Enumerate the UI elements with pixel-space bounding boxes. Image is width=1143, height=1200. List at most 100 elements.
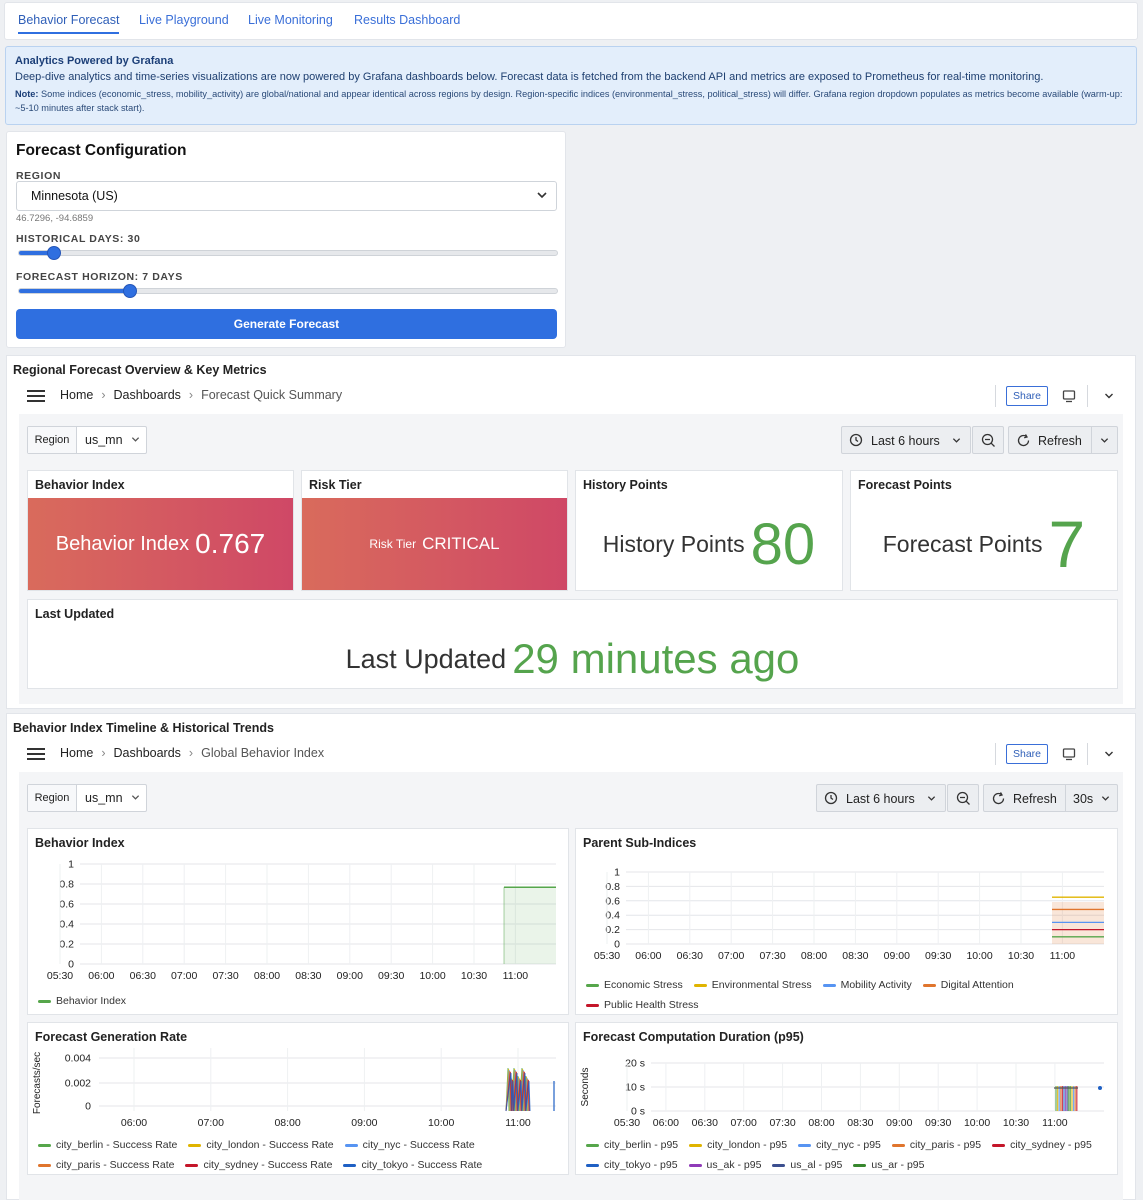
legend-label: Mobility Activity	[840, 979, 912, 991]
x-tick-label: 11:00	[503, 970, 529, 982]
clock-icon	[849, 433, 863, 447]
legend-item[interactable]: us_al - p95	[772, 1155, 842, 1175]
region-variable-select[interactable]: Region us_mn	[27, 426, 147, 454]
tab-live-monitoring[interactable]: Live Monitoring	[248, 13, 333, 27]
legend-item[interactable]: us_ar - p95	[853, 1155, 925, 1175]
historical-days-slider[interactable]	[18, 246, 558, 260]
legend-item[interactable]: city_paris - p95	[891, 1135, 981, 1155]
x-tick-label: 09:00	[886, 1117, 912, 1129]
legend-item[interactable]: city_sydney - p95	[992, 1135, 1092, 1155]
region-variable-label: Region	[28, 785, 77, 811]
menu-icon[interactable]	[27, 390, 45, 402]
breadcrumb-home[interactable]: Home	[60, 746, 93, 760]
forecast-generation-rate-panel: Forecast Generation Rate 0 0.002 0.004 06:0…	[27, 1022, 569, 1175]
zoom-out-button[interactable]	[947, 784, 979, 812]
refresh-button-group[interactable]: Refresh 30s	[983, 784, 1118, 812]
last-updated-stat: Last Updated 29 minutes ago	[28, 630, 1117, 688]
legend-item[interactable]: Environmental Stress	[693, 975, 812, 995]
y-tick-label: 0.4	[605, 910, 620, 922]
legend-item[interactable]: city_berlin - p95	[586, 1135, 678, 1155]
x-tick-label: 06:30	[130, 970, 156, 982]
legend-item[interactable]: Public Health Stress	[586, 995, 699, 1015]
y-tick-label: 10 s	[625, 1082, 645, 1094]
share-button[interactable]: Share	[1006, 386, 1048, 406]
legend-item[interactable]: city_sydney - Success Rate	[185, 1155, 332, 1175]
legend-item[interactable]: city_london - Success Rate	[188, 1135, 334, 1155]
legend-item[interactable]: us_ak - p95	[688, 1155, 762, 1175]
x-tick-label: 07:30	[212, 970, 238, 982]
share-button[interactable]: Share	[1006, 744, 1048, 764]
legend-item[interactable]: Behavior Index	[38, 995, 126, 1007]
legend-item[interactable]: city_nyc - Success Rate	[344, 1135, 475, 1155]
historical-days-slider-handle[interactable]	[46, 246, 61, 260]
last-updated-stat-value: 29 minutes ago	[512, 635, 800, 682]
zoom-out-button[interactable]	[972, 426, 1004, 454]
refresh-icon	[992, 792, 1005, 805]
legend-label: us_al - p95	[790, 1159, 843, 1171]
tab-live-playground[interactable]: Live Playground	[139, 13, 229, 27]
breadcrumb-dashboards[interactable]: Dashboards	[114, 388, 181, 402]
legend-item[interactable]: Digital Attention	[922, 975, 1014, 995]
y-tick-label: 0	[614, 939, 620, 951]
risk-tier-stat-label: Risk Tier	[369, 537, 417, 551]
x-tick-label: 06:00	[88, 970, 114, 982]
legend-swatch	[891, 1143, 905, 1147]
forecast-horizon-slider-handle[interactable]	[123, 284, 138, 298]
chevron-down-icon	[131, 437, 140, 442]
legend-item[interactable]: city_london - p95	[689, 1135, 787, 1155]
tab-behavior-forecast[interactable]: Behavior Forecast	[18, 13, 120, 34]
legend-label: city_tokyo - p95	[604, 1159, 678, 1171]
breadcrumb: Home › Dashboards › Global Behavior Index	[60, 746, 325, 760]
breadcrumb-home[interactable]: Home	[60, 388, 93, 402]
refresh-interval-value[interactable]: 30s	[1073, 792, 1093, 806]
tv-mode-icon[interactable]	[1062, 747, 1076, 761]
tv-mode-icon[interactable]	[1062, 389, 1076, 403]
x-tick-label: 11:00	[505, 1117, 531, 1129]
y-axis-label: Forecasts/sec	[32, 1052, 43, 1114]
chevron-down-icon[interactable]	[1104, 749, 1114, 759]
x-tick-label: 06:00	[121, 1117, 147, 1129]
chevron-down-icon[interactable]	[1104, 391, 1114, 401]
y-tick-label: 0.6	[605, 895, 620, 907]
legend-swatch	[185, 1163, 199, 1167]
forecast-horizon-label: FORECAST HORIZON: 7 DAYS	[16, 271, 183, 283]
legend-item[interactable]: city_nyc - p95	[798, 1135, 881, 1155]
forecast-horizon-slider[interactable]	[18, 284, 558, 298]
legend-swatch	[689, 1143, 703, 1147]
menu-icon[interactable]	[27, 748, 45, 760]
chevron-down-icon	[1101, 796, 1110, 801]
legend-swatch	[772, 1163, 786, 1167]
legend-item[interactable]: city_berlin - Success Rate	[38, 1135, 177, 1155]
region-variable-select[interactable]: Region us_mn	[27, 784, 147, 812]
legend-item[interactable]: city_paris - Success Rate	[38, 1155, 174, 1175]
tab-results-dashboard[interactable]: Results Dashboard	[354, 13, 460, 27]
legend-swatch	[992, 1143, 1006, 1147]
y-tick-label: 0.2	[605, 924, 620, 936]
x-tick-label: 08:00	[254, 970, 280, 982]
historical-days-label: HISTORICAL DAYS: 30	[16, 233, 141, 245]
region-select[interactable]: Minnesota (US)	[16, 181, 557, 211]
legend-item[interactable]: city_tokyo - Success Rate	[343, 1155, 482, 1175]
x-tick-label: 10:00	[419, 970, 445, 982]
parent-subindices-chart: 0 0.2 0.4 0.6 0.8 1 05:30 06:00 06:30 07:00 07:30 0…	[594, 867, 1104, 962]
x-tick-label: 08:30	[295, 970, 321, 982]
time-range-picker[interactable]: Last 6 hours	[841, 426, 971, 454]
behavior-index-stat-value: 0.767	[195, 528, 266, 559]
time-range-picker[interactable]: Last 6 hours	[816, 784, 946, 812]
legend-label: us_ar - p95	[871, 1159, 925, 1171]
legend-label: us_ak - p95	[706, 1159, 762, 1171]
x-tick-label: 10:30	[461, 970, 487, 982]
generate-forecast-button[interactable]: Generate Forecast	[16, 309, 557, 339]
banner-text: Deep-dive analytics and time-series visu…	[15, 71, 1044, 83]
x-tick-label: 06:00	[635, 950, 661, 962]
legend-item[interactable]: city_tokyo - p95	[586, 1155, 678, 1175]
breadcrumb-dashboards[interactable]: Dashboards	[114, 746, 181, 760]
legend-item[interactable]: Economic Stress	[586, 975, 683, 995]
legend-item[interactable]: Mobility Activity	[822, 975, 912, 995]
legend-swatch	[344, 1143, 358, 1147]
forecast-points-stat-value: 7	[1048, 507, 1086, 581]
legend-label: city_nyc - p95	[816, 1139, 881, 1151]
refresh-button-group[interactable]: Refresh	[1008, 426, 1118, 454]
risk-tier-stat: Risk Tier CRITICAL	[302, 498, 567, 590]
x-tick-label: 07:00	[171, 970, 197, 982]
